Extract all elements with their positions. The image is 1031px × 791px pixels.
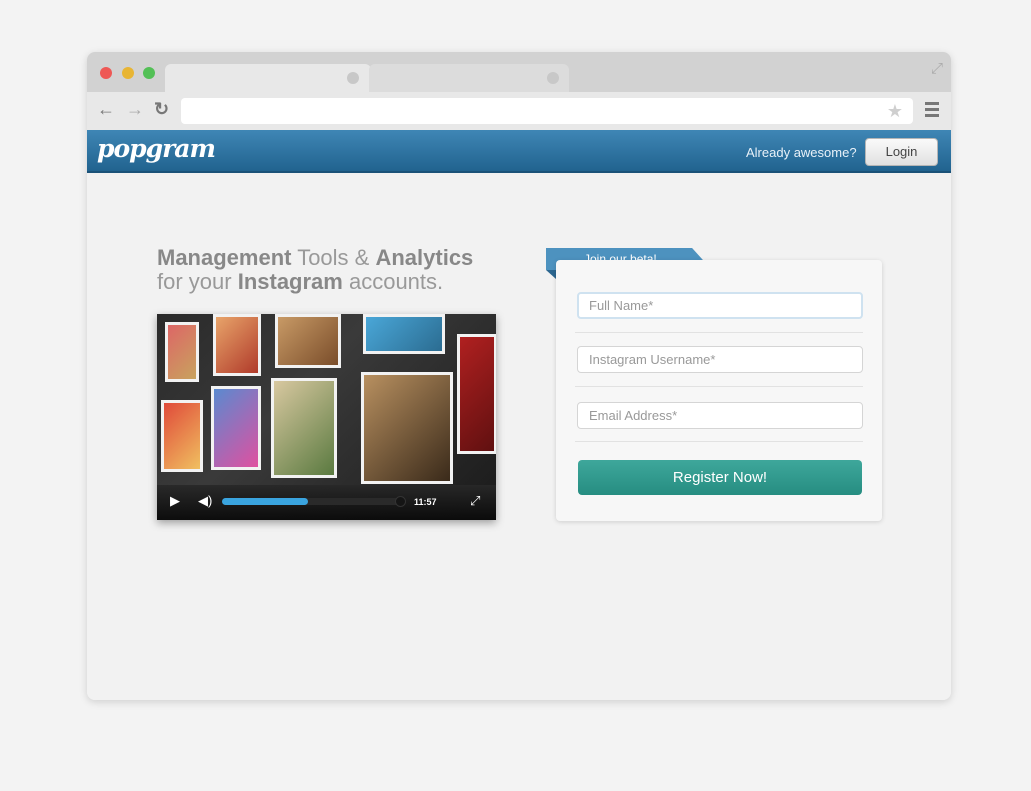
video-photo (275, 314, 341, 368)
divider (575, 386, 863, 387)
headline-for-your: for your (157, 269, 238, 294)
address-bar[interactable]: ★ (181, 98, 913, 124)
headline-accounts: accounts. (342, 269, 444, 294)
browser-tab-inactive[interactable] (369, 64, 569, 92)
tab-close-icon[interactable] (547, 72, 559, 84)
minimize-window-button[interactable] (122, 67, 134, 79)
video-photo (363, 314, 445, 354)
video-photo (165, 322, 199, 382)
login-button[interactable]: Login (865, 138, 938, 166)
video-player[interactable]: ▶ ◀) 11:57 ⤢ (157, 314, 496, 520)
reload-icon[interactable]: ↻ (154, 99, 169, 120)
headline-bold-management: Management (157, 245, 292, 270)
video-photo (213, 314, 261, 376)
signup-form: Full Name* Instagram Username* Email Add… (556, 260, 882, 521)
tab-close-icon[interactable] (347, 72, 359, 84)
close-window-button[interactable] (100, 67, 112, 79)
volume-icon[interactable]: ◀) (198, 493, 212, 509)
back-arrow-icon[interactable]: ← (97, 99, 115, 120)
already-awesome-text: Already awesome? (746, 145, 857, 160)
video-photo (161, 400, 203, 472)
fullscreen-icon[interactable]: ⤢ (931, 60, 943, 77)
video-progress-handle[interactable] (394, 496, 406, 507)
divider (575, 332, 863, 333)
logo[interactable]: popgram (97, 134, 216, 163)
email-field[interactable]: Email Address* (577, 402, 863, 429)
video-progress-bar[interactable] (222, 496, 406, 507)
bookmark-star-icon[interactable]: ★ (887, 101, 903, 122)
divider (575, 441, 863, 442)
register-button[interactable]: Register Now! (578, 460, 862, 495)
video-photo (211, 386, 261, 470)
page-content: Management Tools & Analytics for your In… (87, 175, 951, 700)
browser-toolbar: ← → ↻ ★ (87, 92, 951, 130)
instagram-username-field[interactable]: Instagram Username* (577, 346, 863, 373)
forward-arrow-icon[interactable]: → (126, 99, 144, 120)
play-icon[interactable]: ▶ (170, 493, 180, 509)
headline-tools: Tools & (291, 245, 376, 270)
menu-icon[interactable] (925, 102, 939, 120)
headline-bold-analytics: Analytics (375, 245, 474, 270)
full-name-field[interactable]: Full Name* (577, 292, 863, 319)
video-photo (361, 372, 453, 484)
video-controls: ▶ ◀) 11:57 ⤢ (157, 485, 496, 520)
video-fullscreen-icon[interactable]: ⤢ (470, 493, 480, 509)
video-time: 11:57 (414, 497, 437, 507)
browser-tab-active[interactable] (165, 64, 371, 92)
ribbon-fold (546, 270, 556, 279)
browser-window: ⤢ ← → ↻ ★ popgram Already awesome? Login… (87, 52, 951, 700)
video-progress-fill (222, 498, 309, 505)
video-photo (457, 334, 496, 454)
video-photo (271, 378, 337, 478)
headline-bold-instagram: Instagram (237, 269, 343, 294)
site-header: popgram Already awesome? Login (87, 130, 951, 173)
hero-headline: Management Tools & Analytics for your In… (157, 246, 473, 294)
browser-tabbar: ⤢ (87, 52, 951, 92)
maximize-window-button[interactable] (143, 67, 155, 79)
